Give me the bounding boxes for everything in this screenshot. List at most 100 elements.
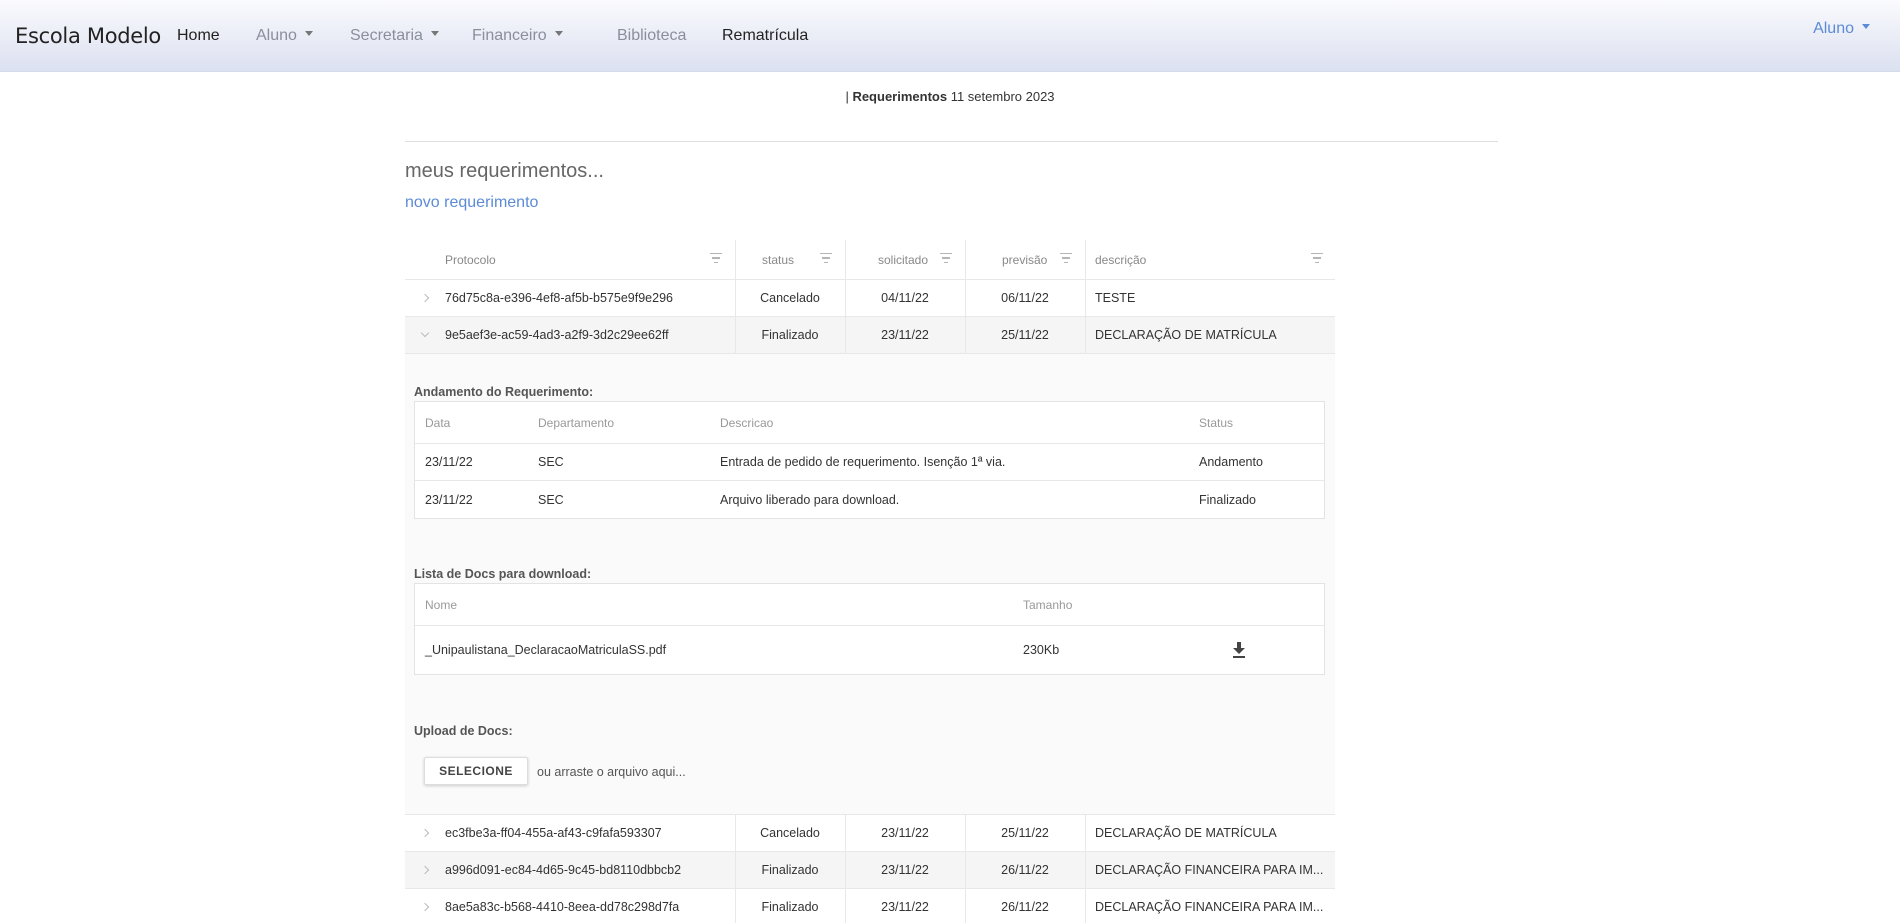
cell-status: Cancelado (760, 291, 820, 305)
nav-rematricula[interactable]: Rematrícula (722, 27, 808, 45)
cell-solicitado: 23/11/22 (881, 863, 929, 877)
expand-toggle[interactable] (405, 815, 445, 851)
cell-status: Finalizado (761, 863, 819, 877)
andamento-departamento: SEC (538, 455, 564, 469)
cell-status: Finalizado (761, 900, 819, 914)
divider (405, 141, 1498, 142)
nav-rematricula-label: Rematrícula (722, 27, 809, 44)
top-navbar: Escola Modelo Home Aluno Secretaria Fina… (0, 0, 1900, 72)
cell-descricao: DECLARAÇÃO DE MATRÍCULA (1095, 328, 1277, 342)
breadcrumb-section: Requerimentos (852, 89, 948, 104)
cell-protocolo: 9e5aef3e-ac59-4ad3-a2f9-3d2c29ee62ff (445, 328, 669, 342)
column-divider (1085, 815, 1086, 851)
table-row-expanded[interactable]: 9e5aef3e-ac59-4ad3-a2f9-3d2c29ee62ff Fin… (405, 317, 1335, 354)
expand-toggle[interactable] (405, 889, 445, 923)
andamento-col-descricao: Descricao (720, 415, 774, 430)
collapse-toggle[interactable] (405, 317, 445, 353)
download-icon[interactable] (1232, 642, 1246, 658)
andamento-status: Andamento (1199, 455, 1263, 469)
table-row[interactable]: 8ae5a83c-b568-4410-8eea-dd78c298d7fa Fin… (405, 889, 1335, 923)
col-solicitado-label: solicitado (878, 252, 929, 267)
andamento-descricao: Arquivo liberado para download. (720, 492, 900, 507)
column-divider (735, 240, 736, 279)
docs-header: Nome Tamanho (415, 584, 1324, 626)
col-descricao-label: descrição (1095, 252, 1147, 267)
cell-previsao: 25/11/22 (1001, 328, 1049, 342)
nav-home-label: Home (177, 27, 220, 44)
column-divider (845, 240, 846, 279)
nav-secretaria-label: Secretaria (350, 27, 423, 44)
caret-down-icon (430, 31, 439, 37)
cell-protocolo: ec3fbe3a-ff04-455a-af43-c9fafa593307 (445, 826, 662, 840)
andamento-data: 23/11/22 (425, 455, 473, 469)
nav-financeiro-dropdown[interactable]: Financeiro (472, 27, 563, 45)
docs-table: Nome Tamanho _Unipaulistana_DeclaracaoMa… (414, 583, 1325, 675)
cell-descricao: TESTE (1095, 291, 1136, 305)
nav-aluno-label: Aluno (256, 27, 297, 44)
doc-name: _Unipaulistana_DeclaracaoMatriculaSS.pdf (425, 643, 667, 657)
andamento-col-departamento: Departamento (538, 415, 615, 430)
column-divider (1085, 317, 1086, 353)
cell-solicitado: 23/11/22 (881, 826, 929, 840)
chevron-right-icon (420, 865, 430, 875)
request-details-panel: Andamento do Requerimento: Data Departam… (405, 354, 1335, 815)
filter-icon[interactable] (1059, 253, 1073, 265)
caret-down-icon (554, 31, 563, 37)
andamento-row: 23/11/22 SEC Entrada de pedido de requer… (415, 444, 1324, 481)
col-descricao[interactable]: descrição (1095, 240, 1195, 279)
expand-toggle[interactable] (405, 852, 445, 888)
cell-solicitado: 23/11/22 (881, 328, 929, 342)
col-status-label: status (762, 252, 795, 267)
col-previsao-label: previsão (1002, 252, 1048, 267)
col-solicitado[interactable]: solicitado (878, 240, 948, 279)
docs-col-tamanho: Tamanho (1023, 597, 1073, 612)
drop-zone-hint[interactable]: ou arraste o arquivo aqui... (537, 765, 686, 779)
col-status[interactable]: status (762, 240, 812, 279)
column-divider (1085, 889, 1086, 923)
user-menu-dropdown[interactable]: Aluno (1813, 20, 1870, 38)
docs-col-nome: Nome (425, 597, 458, 612)
nav-secretaria-dropdown[interactable]: Secretaria (350, 27, 439, 45)
filter-icon[interactable] (709, 253, 723, 265)
column-divider (965, 240, 966, 279)
table-header: Protocolo status solicitado previsão des… (405, 240, 1335, 280)
nav-aluno-dropdown[interactable]: Aluno (256, 27, 313, 45)
cell-previsao: 06/11/22 (1001, 291, 1049, 305)
cell-previsao: 26/11/22 (1001, 863, 1049, 877)
breadcrumb-date: 11 setembro 2023 (950, 89, 1055, 104)
col-protocolo-label: Protocolo (445, 252, 496, 267)
table-row[interactable]: ec3fbe3a-ff04-455a-af43-c9fafa593307 Can… (405, 815, 1335, 852)
filter-icon[interactable] (1310, 253, 1324, 265)
docs-title: Lista de Docs para download: (414, 567, 592, 581)
select-file-button[interactable]: SELECIONE (424, 757, 528, 785)
nav-financeiro-label: Financeiro (472, 27, 547, 44)
nav-home[interactable]: Home (177, 27, 220, 45)
new-request-link[interactable]: novo requerimento (405, 194, 538, 212)
brand-logo[interactable]: Escola Modelo (15, 24, 161, 48)
column-divider (1085, 280, 1086, 316)
andamento-departamento: SEC (538, 492, 564, 507)
doc-size: 230Kb (1023, 643, 1060, 657)
page-breadcrumb: | Requerimentos 11 setembro 2023 (0, 89, 1900, 104)
cell-solicitado: 23/11/22 (881, 900, 929, 914)
requests-table: Protocolo status solicitado previsão des… (405, 240, 1335, 923)
cell-previsao: 25/11/22 (1001, 826, 1049, 840)
andamento-status: Finalizado (1199, 492, 1256, 507)
col-protocolo[interactable]: Protocolo (445, 240, 735, 279)
table-row[interactable]: a996d091-ec84-4d65-9c45-bd8110dbbcb2 Fin… (405, 852, 1335, 889)
caret-down-icon (1862, 24, 1870, 30)
column-divider (1085, 240, 1086, 279)
cell-descricao: DECLARAÇÃO FINANCEIRA PARA IM... (1095, 863, 1324, 877)
filter-icon[interactable] (939, 253, 953, 265)
andamento-row: 23/11/22 SEC Arquivo liberado para downl… (415, 481, 1324, 518)
cell-descricao: DECLARAÇÃO FINANCEIRA PARA IM... (1095, 900, 1324, 914)
nav-biblioteca[interactable]: Biblioteca (617, 27, 686, 45)
cell-status: Finalizado (761, 328, 819, 342)
expand-toggle[interactable] (405, 280, 445, 316)
cell-status: Cancelado (760, 826, 820, 840)
filter-icon[interactable] (819, 253, 833, 265)
table-row[interactable]: 76d75c8a-e396-4ef8-af5b-b575e9f9e296 Can… (405, 280, 1335, 317)
andamento-col-data: Data (425, 415, 451, 430)
col-previsao[interactable]: previsão (1002, 240, 1062, 279)
cell-protocolo: a996d091-ec84-4d65-9c45-bd8110dbbcb2 (445, 863, 682, 877)
